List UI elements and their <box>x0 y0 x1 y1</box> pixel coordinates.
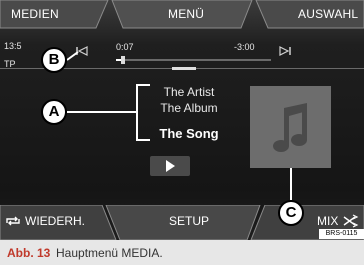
callout-c: C <box>278 200 304 226</box>
media-screen: MEDIEN MENÜ AUSWAHL 13:5 TP 0:07 -3:00 T… <box>0 0 364 240</box>
callout-a: A <box>41 99 67 125</box>
callout-b: B <box>41 47 67 73</box>
figure-caption: Abb. 13 Hauptmenü MEDIA. <box>0 240 364 265</box>
figure-number: Abb. 13 <box>7 246 51 260</box>
caption-text: Hauptmenü MEDIA. <box>56 246 163 260</box>
